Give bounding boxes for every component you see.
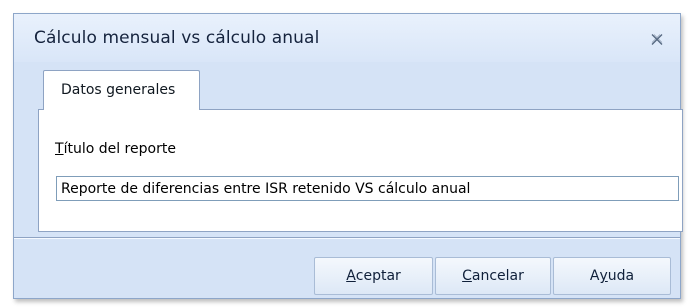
report-title-input[interactable] bbox=[56, 176, 679, 201]
help-button[interactable]: Ay uda bbox=[553, 257, 671, 295]
window-title: Cálculo mensual vs cálculo anual bbox=[34, 28, 320, 48]
title-bar[interactable]: Cálculo mensual vs cálculo anual bbox=[14, 14, 680, 62]
footer-separator bbox=[14, 237, 680, 239]
cancel-button[interactable]: Cancelar bbox=[435, 257, 551, 295]
tab-datos-generales[interactable]: Datos generales bbox=[43, 70, 200, 110]
help-hotkey: y bbox=[599, 268, 608, 284]
cancel-label: ancelar bbox=[471, 268, 524, 284]
dialog-window: Cálculo mensual vs cálculo anual Datos g… bbox=[13, 13, 683, 299]
accept-button[interactable]: Aceptar bbox=[314, 257, 433, 295]
accept-hotkey: A bbox=[346, 268, 356, 284]
accept-label: ceptar bbox=[355, 268, 401, 284]
help-label-post: uda bbox=[607, 268, 635, 284]
help-label-pre: A bbox=[589, 268, 600, 284]
close-icon bbox=[651, 33, 663, 45]
cancel-hotkey: C bbox=[462, 268, 472, 284]
close-button[interactable] bbox=[648, 31, 666, 47]
report-title-label-text: ítulo del reporte bbox=[63, 141, 176, 157]
tab-label: Datos generales bbox=[61, 82, 176, 98]
report-title-label-hotkey: T bbox=[55, 141, 64, 157]
tab-panel bbox=[38, 109, 683, 232]
report-title-label: Título del reporte bbox=[55, 141, 176, 157]
